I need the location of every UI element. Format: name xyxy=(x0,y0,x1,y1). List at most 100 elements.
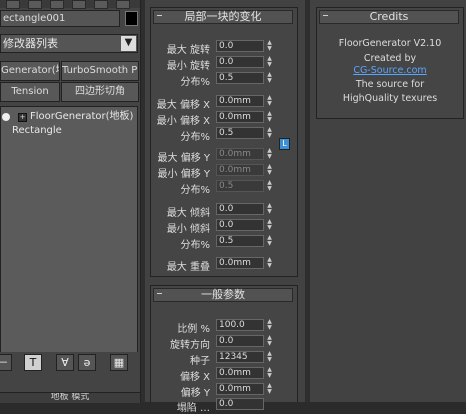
floorgenerator-button[interactable]: Generator(地板 xyxy=(0,61,60,81)
rollout-title: Credits xyxy=(369,10,409,23)
credits-rollout-header[interactable]: Credits xyxy=(319,10,459,24)
cut-spinner[interactable]: 0.0 xyxy=(216,398,264,410)
distribution-label: 分布% xyxy=(180,185,210,196)
rotation-direction-label: 旋转方向 xyxy=(170,340,210,351)
spinner-arrows-icon[interactable]: ▲ ▼ xyxy=(266,319,273,331)
distribution-spinner[interactable]: 0.5 xyxy=(216,180,264,192)
lock-toggle-button[interactable]: L xyxy=(279,138,290,150)
stack-item-rectangle[interactable]: Rectangle xyxy=(12,124,62,138)
distribution-label: 分布% xyxy=(180,132,210,143)
spinner-arrows-icon[interactable]: ▲ ▼ xyxy=(266,72,273,84)
distribution-spinner[interactable]: 0.5 xyxy=(216,127,264,139)
show-end-result-icon[interactable]: T xyxy=(24,354,42,371)
min-rotation-spinner[interactable]: 0.0 xyxy=(216,56,264,68)
hierarchy-tab-icon[interactable] xyxy=(50,0,64,9)
min-offset-y-label: 最小 偏移 Y xyxy=(157,169,210,180)
spinner-arrows-icon[interactable]: ▲ ▼ xyxy=(266,56,273,68)
spinner-arrows-icon[interactable]: ▲ ▼ xyxy=(266,367,273,379)
scale-label: 比例 % xyxy=(177,324,210,335)
spinner-arrows-icon[interactable]: ▲ ▼ xyxy=(266,40,273,52)
spinner-arrows-icon[interactable]: ▲ ▼ xyxy=(266,180,273,192)
stack-toolbar: ⊢ T ∀ ə ▦ xyxy=(0,352,140,374)
spinner-arrows-icon[interactable]: ▲ ▼ xyxy=(266,111,273,123)
min-offset-x-label: 最小 偏移 X xyxy=(156,116,210,127)
turbosmooth-pro-button[interactable]: TurboSmooth Pro xyxy=(61,61,139,81)
object-color-swatch[interactable] xyxy=(125,11,138,26)
rollout-title: 局部一块的变化 xyxy=(184,10,262,23)
spinner-arrows-icon[interactable]: ▲ ▼ xyxy=(266,203,273,215)
max-overlap-label: 最大 重叠 xyxy=(166,262,210,273)
credits-rollout: Credits FloorGenerator V2.10 Created by … xyxy=(316,7,464,119)
collapse-icon[interactable] xyxy=(157,15,162,16)
modify-tab-icon[interactable] xyxy=(28,0,42,9)
spinner-arrows-icon[interactable]: ▲ ▼ xyxy=(266,257,273,269)
pin-stack-icon[interactable]: ⊢ xyxy=(0,354,12,371)
quad-chamfer-button[interactable]: 四边形切角 xyxy=(61,82,139,102)
modifier-list-label: 修改器列表 xyxy=(3,37,58,50)
max-offset-y-spinner[interactable]: 0.0mm xyxy=(216,148,264,160)
floor-mode-rollout-header[interactable]: 地板 模式 xyxy=(0,392,140,403)
max-tilt-label: 最大 倾斜 xyxy=(166,208,210,219)
lightbulb-icon[interactable] xyxy=(2,113,10,121)
offset-x-spinner[interactable]: 0.0mm xyxy=(216,367,264,379)
spinner-arrows-icon[interactable]: ▲ ▼ xyxy=(266,95,273,107)
chevron-down-icon[interactable]: ▼ xyxy=(121,36,136,51)
min-rotation-label: 最小 旋转 xyxy=(166,61,210,72)
tension-button[interactable]: Tension xyxy=(0,82,60,102)
configure-sets-icon[interactable]: ▦ xyxy=(110,354,128,371)
local-variation-rollout-header[interactable]: 局部一块的变化 xyxy=(153,10,293,24)
spinner-arrows-icon[interactable]: ▲ ▼ xyxy=(266,127,273,139)
make-unique-icon[interactable]: ∀ xyxy=(56,354,74,371)
object-name-field[interactable]: ectangle001 xyxy=(0,10,120,27)
max-tilt-spinner[interactable]: 0.0 xyxy=(216,203,264,215)
max-rotation-spinner[interactable]: 0.0 xyxy=(216,40,264,52)
max-rotation-label: 最大 旋转 xyxy=(166,45,210,56)
local-variation-rollout: 局部一块的变化 最大 旋转 0.0 ▲ ▼ 最小 旋转 0.0 ▲ ▼ 分布% 0.… xyxy=(150,7,298,277)
rollout-title: 一般参数 xyxy=(201,288,245,301)
spinner-arrows-icon[interactable]: ▲ ▼ xyxy=(266,351,273,363)
tagline-text-2: HighQuality texures xyxy=(342,93,438,104)
utilities-tab-icon[interactable] xyxy=(116,0,130,9)
collapse-icon[interactable] xyxy=(323,15,328,16)
max-overlap-spinner[interactable]: 0.0mm xyxy=(216,257,264,269)
modifier-stack: + FloorGenerator(地板) Rectangle xyxy=(0,106,138,354)
created-by-text: Created by xyxy=(363,53,417,64)
modifier-list-dropdown[interactable]: 修改器列表 ▼ xyxy=(0,34,138,53)
spinner-arrows-icon[interactable]: ▲ ▼ xyxy=(266,219,273,231)
tagline-text: The source for xyxy=(355,79,425,90)
parameters-panel: 局部一块的变化 最大 旋转 0.0 ▲ ▼ 最小 旋转 0.0 ▲ ▼ 分布% 0.… xyxy=(145,0,305,414)
rotation-direction-spinner[interactable]: 0.0 xyxy=(216,335,264,347)
motion-tab-icon[interactable] xyxy=(72,0,86,9)
plugin-version-text: FloorGenerator V2.10 xyxy=(338,38,442,49)
stack-item-floorgenerator[interactable]: + FloorGenerator(地板) xyxy=(1,110,137,124)
distribution-label: 分布% xyxy=(180,77,210,88)
min-offset-x-spinner[interactable]: 0.0mm xyxy=(216,111,264,123)
display-tab-icon[interactable] xyxy=(94,0,108,9)
modify-panel: ectangle001 修改器列表 ▼ Generator(地板 TurboSm… xyxy=(0,0,141,403)
remove-modifier-icon[interactable]: ə xyxy=(78,354,96,371)
spinner-arrows-icon[interactable]: ▲ ▼ xyxy=(266,148,273,160)
command-panel-tabs xyxy=(0,0,140,9)
general-params-rollout: 一般参数 比例 % 100.0 ▲ ▼ 旋转方向 0.0 ▲ ▼ 种子 12345 … xyxy=(150,285,298,414)
seed-spinner[interactable]: 12345 xyxy=(216,351,264,363)
create-tab-icon[interactable] xyxy=(6,0,20,9)
spinner-arrows-icon[interactable]: ▲ ▼ xyxy=(266,235,273,247)
max-offset-x-label: 最大 偏移 X xyxy=(156,100,210,111)
spinner-arrows-icon[interactable]: ▲ ▼ xyxy=(266,164,273,176)
expand-icon[interactable]: + xyxy=(18,113,27,122)
max-offset-x-spinner[interactable]: 0.0mm xyxy=(216,95,264,107)
cut-label: 塌陷 … xyxy=(176,403,210,414)
spinner-arrows-icon[interactable]: ▲ ▼ xyxy=(266,383,273,395)
min-tilt-spinner[interactable]: 0.0 xyxy=(216,219,264,231)
collapse-icon[interactable] xyxy=(157,293,162,294)
scale-spinner[interactable]: 100.0 xyxy=(216,319,264,331)
distribution-spinner[interactable]: 0.5 xyxy=(216,235,264,247)
cg-source-link[interactable]: CG-Source.com xyxy=(317,65,463,76)
distribution-spinner[interactable]: 0.5 xyxy=(216,72,264,84)
credits-panel: Credits FloorGenerator V2.10 Created by … xyxy=(310,0,466,402)
general-params-rollout-header[interactable]: 一般参数 xyxy=(153,288,293,302)
min-tilt-label: 最小 倾斜 xyxy=(166,224,210,235)
min-offset-y-spinner[interactable]: 0.0mm xyxy=(216,164,264,176)
spinner-arrows-icon[interactable]: ▲ ▼ xyxy=(266,335,273,347)
offset-y-spinner[interactable]: 0.0mm xyxy=(216,383,264,395)
